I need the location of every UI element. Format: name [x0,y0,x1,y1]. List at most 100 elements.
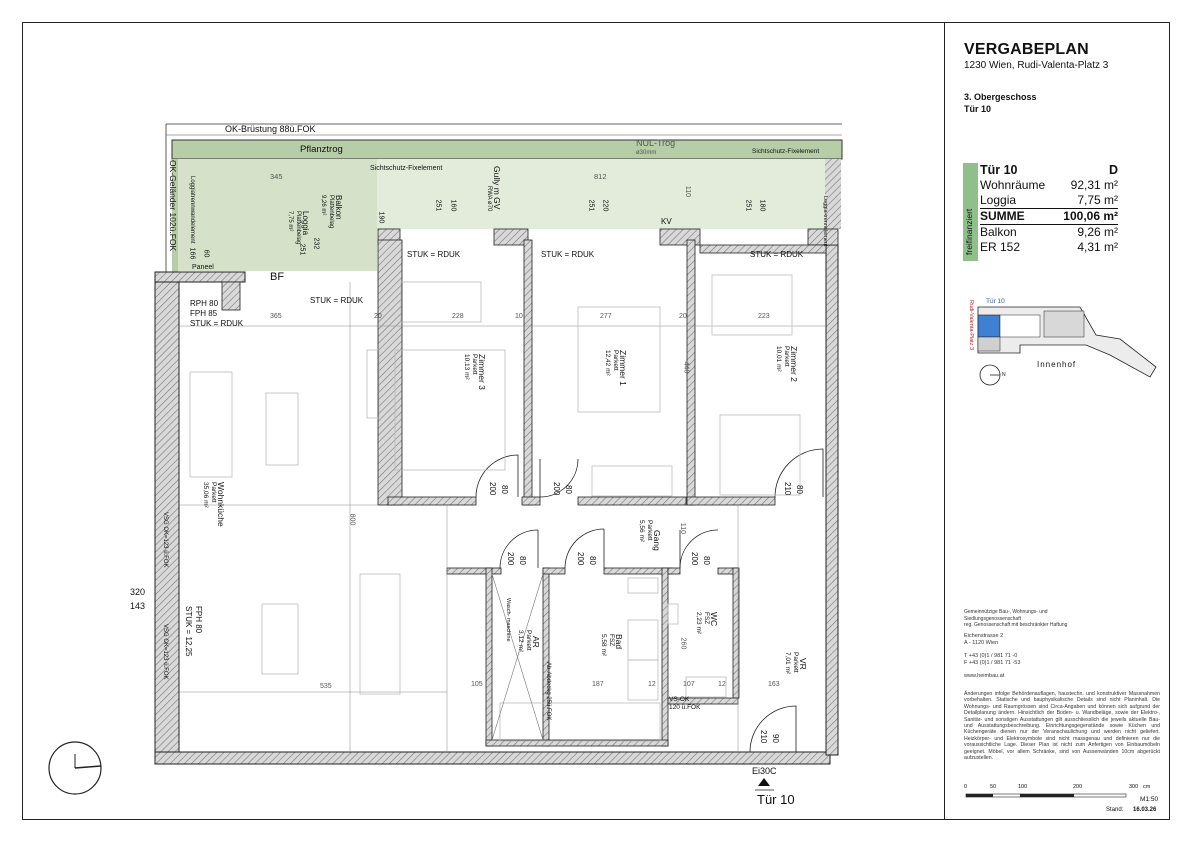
dim-535: 535 [320,683,332,690]
entrance-label: Tür 10 [757,792,795,807]
dim-105: 105 [471,681,483,688]
date-value: 16.03.26 [1133,807,1157,813]
company-contact: Eichenstrasse 2 A - 1120 Wien T +43 (0)1… [964,633,1021,679]
ar-name: AR [531,636,541,648]
dim-365: 365 [270,313,282,320]
bf-label: BF [270,271,285,283]
door-h-c: 210 [783,482,792,496]
fph2-label: FPH 80 [194,606,203,634]
wc-area: 2,23 m² [695,612,702,635]
dim-20b: 20 [679,313,687,320]
dim-110b: 110 [679,522,687,535]
door-h-g: 210 [759,730,768,744]
keyplan-street: Rudi-Valenta-Platz 3 [968,300,974,351]
dim-180: 180 [758,199,766,212]
key-plan [977,306,1157,386]
plan-address: 1230 Wien, Rudi-Valenta-Platz 3 [964,60,1109,71]
dim-251c: 251 [587,199,595,212]
dim-12b: 12 [718,681,726,688]
scale-ratio: M1:50 [1140,796,1159,803]
dim-800: 800 [348,513,356,526]
ar-note: Wasch- maschine [505,598,511,642]
balkon-area: 9,26 m² [320,195,326,216]
gelander-label: OK-Geländer 102ü.FOK [168,160,178,252]
dim-251b: 251 [434,199,442,212]
bad-area: 5,58 m² [600,634,607,657]
loggia-name: Loggia [301,211,310,236]
wohnkueche-name: Wohnküche [216,482,226,527]
unit-label: Tür 10 [980,163,1018,177]
dim-143: 143 [130,601,146,611]
dim-160: 160 [449,199,457,212]
rph-label: RPH 80 [190,299,219,308]
gang-name: Gang [652,530,662,551]
door-h-d: 200 [506,552,515,566]
ar-area: 3,12 m² [517,630,524,653]
door-h-e: 200 [576,552,585,566]
door-w-g: 90 [771,734,780,743]
loggia-floor [377,159,825,229]
zimmer2-name: Zimmer 2 [789,346,799,382]
area-row: Wohnräume 92,31 m² [980,178,1118,192]
scale-unit: cm [1143,784,1151,790]
stuk-2: STUK = RDUK [541,250,595,259]
south-wall [154,751,831,765]
north-arrow [48,741,102,795]
loggia-area: 7,75 m² [287,211,293,232]
dim-232: 232 [312,237,320,250]
gully-label: Gully m GV [492,166,502,210]
area-sum-row: SUMME 100,06 m² [980,208,1118,225]
dim-812: 812 [594,172,607,181]
dim-10: 10 [515,313,523,320]
stuk-1: STUK = RDUK [407,250,461,259]
gang-area: 5,56 m² [638,520,645,543]
zimmer1-area: 12,42 m² [604,350,611,376]
plan-title: VERGABEPLAN [964,41,1089,58]
dim-251d: 251 [744,199,752,212]
area-row: ER 152 4,31 m² [980,240,1118,254]
vsg1: VSG OK=123 ü.FOK [162,512,168,568]
keyplan-north: N [1002,372,1006,378]
door-w-f: 80 [702,556,711,565]
door-w-b: 80 [564,485,573,494]
door-w-c: 80 [795,485,804,494]
dim-277: 277 [600,313,612,320]
zimmer3-name: Zimmer 3 [477,354,487,390]
sichtschutz-right: Sichtschutz-Fixelement [752,148,820,155]
stuk-3: STUK = RDUK [750,250,804,259]
wc-name: WC [709,612,719,627]
gully-sub: RWA ø70 [486,186,492,212]
dim-20a: 20 [374,313,382,320]
area-table: Tür 10 D Wohnräume 92,31 m² Loggia 7,75 m² … [980,163,1118,255]
unit-type: D [1108,163,1118,177]
nul-trog-label: NUL-Trog [636,138,676,148]
scale-tick-0: 0 [964,784,968,790]
dim-187: 187 [592,681,604,688]
disclaimer: Änderungen infolge Behördenauflagen, hau… [964,691,1160,762]
zimmer2-area: 10,01 m² [775,346,782,372]
gang-floor: Parkett [646,520,653,541]
door-w-e: 80 [588,556,597,565]
dim-251a: 251 [298,243,306,256]
loggia-trennwand-left: Loggiatrennwandelement [189,176,195,244]
kv-label: KV [661,217,672,226]
zimmer3-floor: Parkett [471,354,478,375]
door-h-b: 200 [552,482,561,496]
stuk-left: STUK = RDUK [190,319,244,328]
scale-tick-50: 50 [990,784,997,790]
fph-label: FPH 85 [190,309,218,318]
sichtschutz-left: Sichtschutz-Fixelement [370,165,443,172]
vr-area: 7,01 m² [784,652,791,675]
vr-name: VR [798,658,808,670]
door-h-a: 200 [488,482,497,496]
wc-floor: FSZ [703,612,710,625]
zimmer1-floor: Parkett [612,350,619,371]
ar-floor: Parkett [525,630,532,651]
door-h-f: 200 [690,552,699,566]
zimmer3-area: 10,13 m² [463,354,470,380]
scale-tick-300: 300 [1129,784,1139,790]
wohnkueche-floor: Parkett [210,482,217,503]
door-w-d: 80 [518,556,527,565]
door-w-a: 80 [500,485,509,494]
dim-107: 107 [683,681,695,688]
